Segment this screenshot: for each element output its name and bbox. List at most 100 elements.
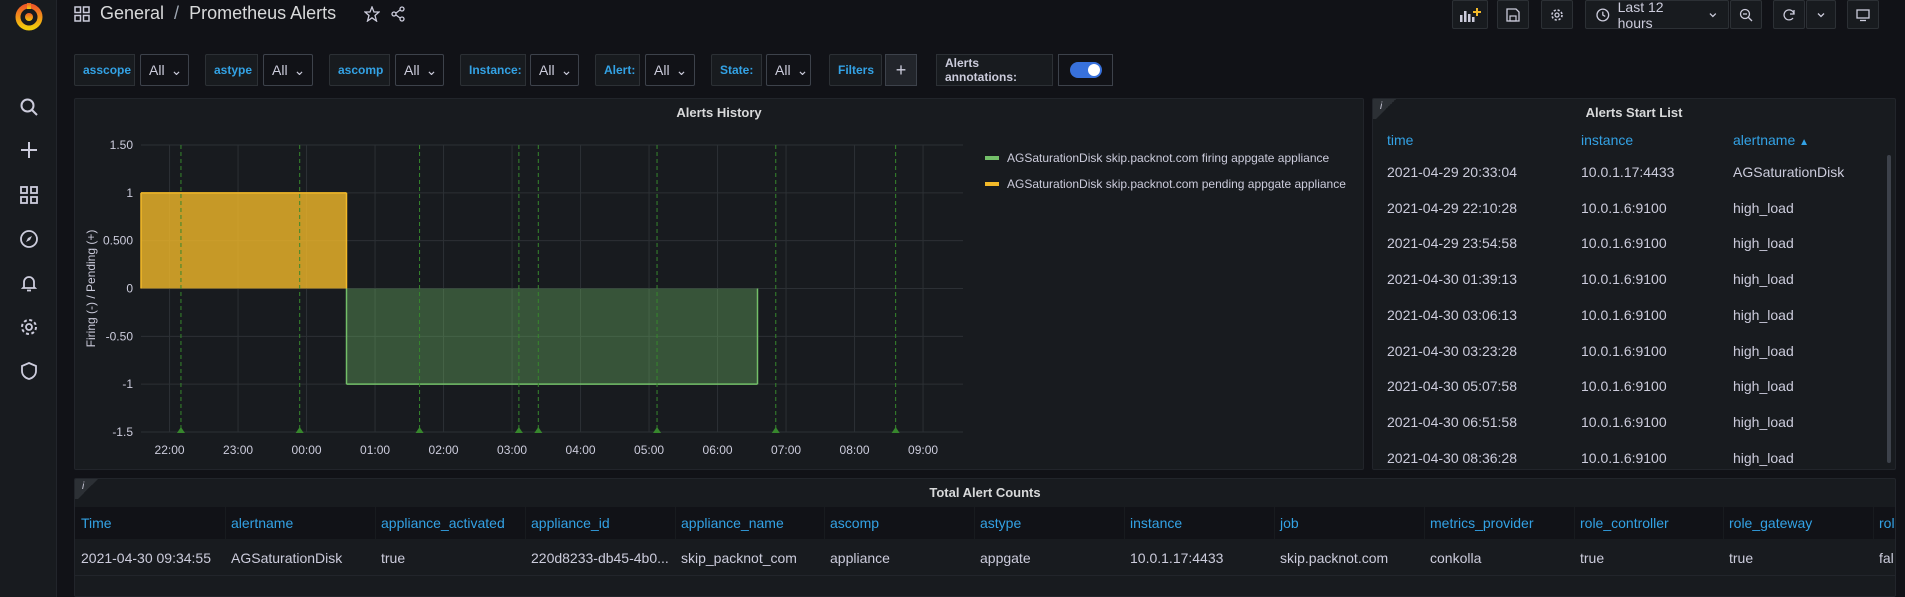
y-tick-label: 0.500 <box>103 234 133 248</box>
column-separator[interactable] <box>824 507 825 539</box>
column-header-label: alertname <box>1733 132 1796 148</box>
column-separator[interactable] <box>1124 507 1125 539</box>
pending-area <box>141 192 347 289</box>
column-header[interactable]: instance <box>1130 507 1182 539</box>
refresh-interval-dropdown[interactable] <box>1806 0 1836 29</box>
column-separator[interactable] <box>675 507 676 539</box>
column-separator[interactable] <box>974 507 975 539</box>
x-tick-label: 04:00 <box>566 443 596 457</box>
var-label-instance: Instance: <box>460 54 526 86</box>
column-header[interactable]: Time <box>81 507 112 539</box>
panel-title[interactable]: Alerts Start List <box>1373 105 1895 120</box>
var-select-asscope[interactable]: All ⌄ <box>140 54 189 86</box>
var-label-ascomp: ascomp <box>329 54 390 86</box>
legend-label: AGSaturationDisk skip.packnot.com firing… <box>1007 151 1330 165</box>
search-icon[interactable] <box>18 96 40 118</box>
star-icon[interactable] <box>364 5 381 22</box>
var-value: All <box>272 62 288 78</box>
table-cell: high_load <box>1733 413 1794 430</box>
table-header: time instance alertname ▲ <box>1373 127 1895 153</box>
legend-swatch <box>985 182 999 186</box>
column-header[interactable]: role_controller <box>1580 507 1669 539</box>
x-tick-label: 08:00 <box>840 443 870 457</box>
var-select-astype[interactable]: All ⌄ <box>263 54 313 86</box>
var-value: All <box>539 62 555 78</box>
page-title[interactable]: Prometheus Alerts <box>189 3 336 24</box>
column-header[interactable]: rol <box>1879 507 1895 539</box>
table-cell: true <box>1729 550 1754 566</box>
breadcrumb-folder[interactable]: General <box>100 3 164 24</box>
column-header[interactable]: ascomp <box>830 507 879 539</box>
column-header[interactable]: metrics_provider <box>1430 507 1533 539</box>
column-header[interactable]: astype <box>980 507 1021 539</box>
gear-icon[interactable] <box>18 316 40 338</box>
settings-button[interactable] <box>1541 0 1573 29</box>
table-cell: skip_packnot_com <box>681 550 797 566</box>
column-header-instance[interactable]: instance <box>1581 127 1633 153</box>
top-bar: General / Prometheus Alerts Last 12 hour… <box>57 0 1905 31</box>
legend-item-pending[interactable]: AGSaturationDisk skip.packnot.com pendin… <box>985 171 1346 197</box>
toggle-switch[interactable] <box>1069 62 1102 78</box>
grafana-logo-icon[interactable] <box>14 2 44 32</box>
column-separator[interactable] <box>1274 507 1275 539</box>
table-cell: 2021-04-29 20:33:04 <box>1387 164 1517 180</box>
column-separator[interactable] <box>525 507 526 539</box>
x-tick-label: 22:00 <box>155 443 185 457</box>
table-cell: appliance <box>830 550 890 566</box>
column-separator[interactable] <box>1723 507 1724 539</box>
table-cell: 2021-04-30 09:34:55 <box>81 550 211 566</box>
shield-icon[interactable] <box>18 360 40 382</box>
zoom-out-button[interactable] <box>1730 0 1762 29</box>
annotations-toggle[interactable] <box>1058 54 1113 86</box>
var-value: All <box>654 62 670 78</box>
column-header-alertname[interactable]: alertname ▲ <box>1733 127 1809 153</box>
var-label-state: State: <box>711 54 762 86</box>
table-cell: 2021-04-29 23:54:58 <box>1387 235 1517 252</box>
scrollbar[interactable] <box>1887 155 1891 463</box>
annotation-marker <box>176 427 185 433</box>
column-header-time[interactable]: time <box>1387 127 1413 153</box>
column-header[interactable]: appliance_activated <box>381 507 505 539</box>
var-select-ascomp[interactable]: All ⌄ <box>395 54 444 86</box>
table-cell: 10.0.1.6:9100 <box>1581 378 1667 395</box>
var-select-alert[interactable]: All ⌄ <box>645 54 695 86</box>
table-header: Time alertname appliance_activated applianc… <box>75 507 1895 539</box>
annotation-marker <box>415 427 424 433</box>
column-header[interactable]: role_gateway <box>1729 507 1812 539</box>
plus-icon[interactable] <box>18 139 40 161</box>
y-tick-label: 1.50 <box>110 138 134 152</box>
x-tick-label: 02:00 <box>429 443 459 457</box>
add-filter-button[interactable]: + <box>885 54 917 86</box>
column-separator[interactable] <box>1873 507 1874 539</box>
panel-title[interactable]: Total Alert Counts <box>75 485 1895 500</box>
var-select-state[interactable]: All ⌄ <box>766 54 811 86</box>
column-header[interactable]: appliance_name <box>681 507 784 539</box>
alerts-start-list-panel: i Alerts Start List time instance alertn… <box>1372 98 1896 470</box>
column-separator[interactable] <box>1574 507 1575 539</box>
share-icon[interactable] <box>390 5 406 22</box>
column-header[interactable]: alertname <box>231 507 293 539</box>
column-header[interactable]: appliance_id <box>531 507 610 539</box>
legend-item-firing[interactable]: AGSaturationDisk skip.packnot.com firing… <box>985 145 1346 171</box>
var-label-alert: Alert: <box>595 54 640 86</box>
table-cell: AGSaturationDisk <box>231 550 343 566</box>
var-select-instance[interactable]: All ⌄ <box>530 54 579 86</box>
compass-icon[interactable] <box>18 228 40 250</box>
time-range-picker[interactable]: Last 12 hours <box>1585 0 1729 31</box>
table-cell: 2021-04-30 03:06:13 <box>1387 306 1517 323</box>
bell-icon[interactable] <box>18 272 40 294</box>
alerts-history-panel: Alerts History 1.50 1 0.500 0 -0.50 -1 -1.5 22:… <box>74 98 1364 470</box>
column-separator[interactable] <box>225 507 226 539</box>
save-button[interactable] <box>1497 0 1529 29</box>
tv-mode-button[interactable] <box>1847 0 1879 29</box>
column-separator[interactable] <box>375 507 376 539</box>
chevron-down-icon: ⌄ <box>560 61 573 78</box>
table-cell: true <box>1580 550 1605 566</box>
monitor-icon <box>1856 8 1870 21</box>
column-header[interactable]: job <box>1280 507 1299 539</box>
add-panel-button[interactable] <box>1452 0 1488 29</box>
dashboards-icon[interactable] <box>18 184 40 206</box>
column-separator[interactable] <box>1424 507 1425 539</box>
annotations-label: Alerts annotations: <box>936 54 1053 86</box>
refresh-button[interactable] <box>1773 0 1805 29</box>
